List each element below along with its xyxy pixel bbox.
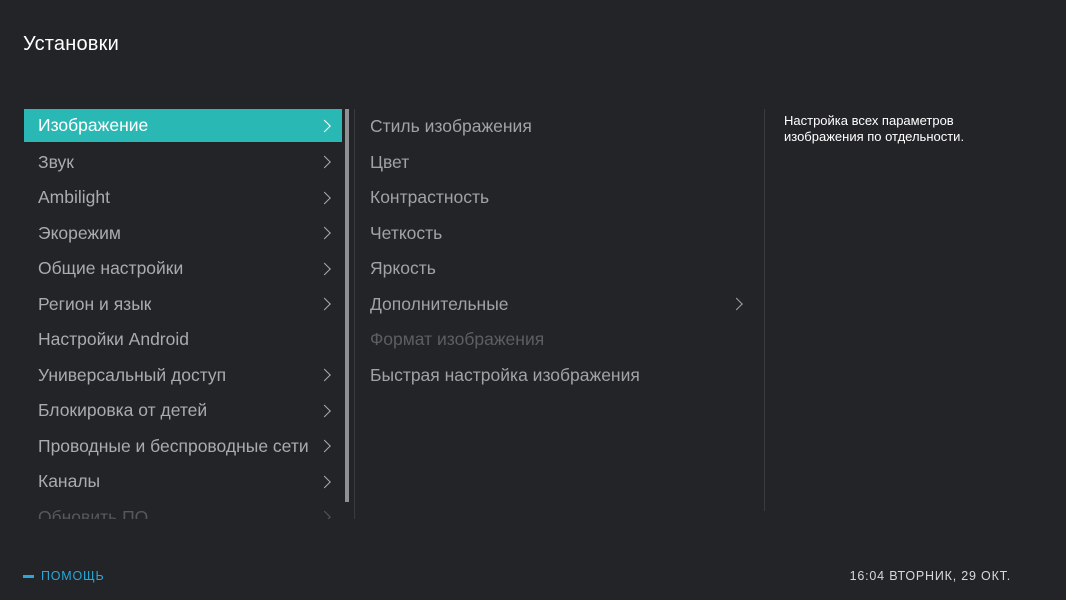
menu-item-picture[interactable]: Изображение — [24, 109, 342, 142]
submenu-item-advanced[interactable]: Дополнительные — [356, 287, 756, 323]
clock: 16:04 ВТОРНИК, 29 ОКТ. — [849, 569, 1011, 583]
chevron-right-icon — [318, 404, 331, 418]
menu-item-sound[interactable]: Звук — [24, 145, 342, 181]
chevron-right-icon — [318, 226, 331, 240]
chevron-right-icon — [318, 155, 331, 169]
chevron-right-icon — [318, 439, 331, 453]
menu-item-label: Универсальный доступ — [38, 364, 227, 385]
chevron-right-icon — [318, 297, 331, 311]
menu-item-label: Каналы — [38, 471, 101, 492]
menu-item-label: Блокировка от детей — [38, 400, 208, 421]
chevron-right-icon — [318, 119, 331, 132]
blue-key-icon — [23, 574, 34, 578]
picture-submenu: Стиль изображения Цвет Контрастность Чет… — [356, 109, 756, 393]
menu-item-label: Общие настройки — [38, 258, 184, 279]
chevron-right-icon — [318, 475, 331, 489]
submenu-item-contrast[interactable]: Контрастность — [356, 180, 756, 216]
menu-item-networks[interactable]: Проводные и беспроводные сети — [24, 429, 342, 465]
menu-item-region-language[interactable]: Регион и язык — [24, 287, 342, 323]
submenu-item-label: Быстрая настройка изображения — [370, 364, 640, 385]
submenu-item-label: Стиль изображения — [370, 116, 532, 137]
menu-item-label: Изображение — [38, 115, 149, 135]
menu-item-accessibility[interactable]: Универсальный доступ — [24, 358, 342, 394]
help-button[interactable]: ПОМОЩЬ — [23, 569, 105, 583]
submenu-item-picture-format: Формат изображения — [356, 322, 756, 358]
menu-item-label: Звук — [38, 151, 74, 172]
submenu-item-brightness[interactable]: Яркость — [356, 251, 756, 287]
submenu-item-label: Четкость — [370, 222, 443, 243]
column-divider — [354, 109, 355, 519]
menu-item-label: Ambilight — [38, 187, 110, 208]
page-title: Установки — [23, 33, 119, 55]
menu-item-general-settings[interactable]: Общие настройки — [24, 251, 342, 287]
menu-item-child-lock[interactable]: Блокировка от детей — [24, 393, 342, 429]
chevron-right-icon — [318, 510, 331, 519]
help-label: ПОМОЩЬ — [41, 569, 105, 583]
menu-item-label: Обновить ПО — [38, 506, 149, 519]
submenu-item-label: Яркость — [370, 258, 436, 279]
submenu-item-quick-picture-setup[interactable]: Быстрая настройка изображения — [356, 358, 756, 394]
submenu-item-label: Контрастность — [370, 187, 490, 208]
column-divider — [764, 109, 765, 511]
menu-item-channels[interactable]: Каналы — [24, 464, 342, 500]
submenu-item-label: Дополнительные — [370, 293, 509, 314]
menu-item-label: Проводные и беспроводные сети — [38, 435, 309, 456]
menu-item-label: Регион и язык — [38, 293, 152, 314]
menu-item-label: Настройки Android — [38, 329, 189, 350]
menu-item-android-settings[interactable]: Настройки Android — [24, 322, 342, 358]
menu-item-eco-mode[interactable]: Экорежим — [24, 216, 342, 252]
settings-menu: Изображение Звук Ambilight Экорежим Общи… — [24, 109, 342, 519]
menu-scrollbar[interactable] — [345, 109, 349, 502]
menu-item-label: Экорежим — [38, 222, 121, 243]
chevron-right-icon — [318, 368, 331, 382]
item-description: Настройка всех параметров изображения по… — [784, 113, 965, 144]
menu-item-update-software[interactable]: Обновить ПО — [24, 500, 342, 519]
menu-item-ambilight[interactable]: Ambilight — [24, 180, 342, 216]
submenu-item-label: Цвет — [370, 151, 410, 172]
chevron-right-icon — [318, 262, 331, 276]
submenu-item-picture-style[interactable]: Стиль изображения — [356, 109, 756, 145]
chevron-right-icon — [730, 297, 743, 311]
submenu-item-color[interactable]: Цвет — [356, 145, 756, 181]
submenu-item-sharpness[interactable]: Четкость — [356, 216, 756, 252]
chevron-right-icon — [318, 191, 331, 205]
submenu-item-label: Формат изображения — [370, 329, 545, 350]
